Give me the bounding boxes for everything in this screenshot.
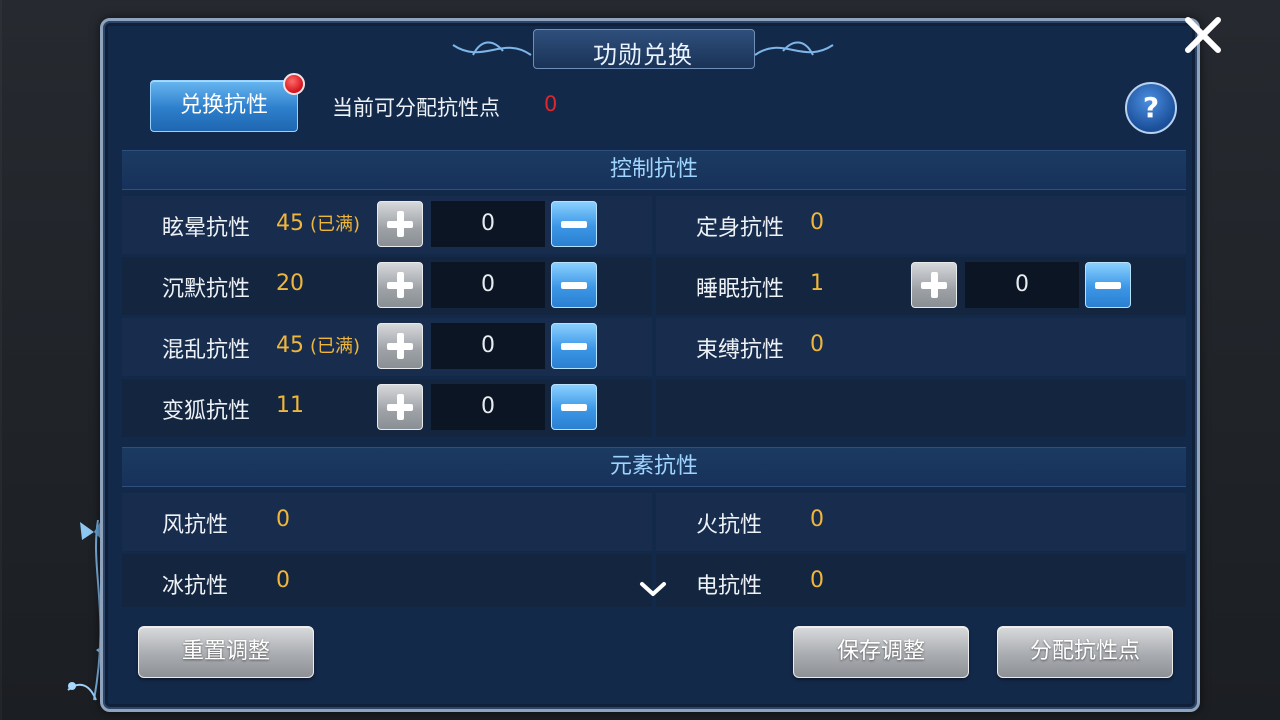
minus-icon[interactable] <box>551 323 597 369</box>
resistance-row-ice: 冰抗性 0 <box>122 554 652 607</box>
allocation-stepper[interactable]: 0 <box>431 201 545 247</box>
allocation-stepper[interactable]: 0 <box>431 384 545 430</box>
resistance-label: 沉默抗性 <box>162 277 251 302</box>
resistance-label: 眩晕抗性 <box>162 216 251 241</box>
resistance-value: 0 <box>810 332 824 357</box>
resistance-label: 冰抗性 <box>162 574 229 599</box>
close-icon[interactable] <box>1180 12 1226 58</box>
resistance-row-lightning: 电抗性 0 <box>656 554 1186 607</box>
allocation-stepper[interactable]: 0 <box>965 262 1079 308</box>
save-adjust-button[interactable]: 保存调整 <box>793 626 969 678</box>
allocate-points-button[interactable]: 分配抗性点 <box>997 626 1173 678</box>
maxed-tag: (已满) <box>310 336 361 357</box>
plus-icon[interactable] <box>377 323 423 369</box>
exchange-resistance-tab[interactable]: 兑换抗性 <box>150 80 298 132</box>
resistance-value: 0 <box>810 210 824 235</box>
maxed-tag: (已满) <box>310 214 361 235</box>
title-bar: 功勋兑换 <box>423 19 863 71</box>
section-header-element: 元素抗性 <box>122 447 1186 487</box>
control-resistance-grid: 眩晕抗性 45 (已满) 0 定身抗性 0 沉默抗性 20 0 睡眠抗性 1 0 … <box>122 196 1186 440</box>
plus-icon[interactable] <box>377 201 423 247</box>
plus-icon[interactable] <box>377 384 423 430</box>
minus-icon[interactable] <box>1085 262 1131 308</box>
reset-adjust-button[interactable]: 重置调整 <box>138 626 314 678</box>
resistance-row-wind: 风抗性 0 <box>122 493 652 551</box>
resistance-row-fox: 变狐抗性 11 0 <box>122 379 652 437</box>
resistance-value: 11 <box>276 393 304 418</box>
resistance-label: 火抗性 <box>696 513 763 538</box>
available-points-label: 当前可分配抗性点 <box>332 96 500 120</box>
resistance-label: 风抗性 <box>162 513 229 538</box>
resistance-row-bind: 束缚抗性 0 <box>656 318 1186 376</box>
title-flourish-right-icon <box>754 41 834 56</box>
resistance-label: 电抗性 <box>696 574 763 599</box>
resistance-value: 0 <box>810 507 824 532</box>
top-row: 兑换抗性 当前可分配抗性点 0 ? <box>150 73 1180 134</box>
resistance-label: 变狐抗性 <box>162 399 251 424</box>
plus-icon[interactable] <box>377 262 423 308</box>
resistance-row-confuse: 混乱抗性 45 (已满) 0 <box>122 318 652 376</box>
resistance-label: 束缚抗性 <box>696 338 785 363</box>
resistance-row-fire: 火抗性 0 <box>656 493 1186 551</box>
minus-icon[interactable] <box>551 201 597 247</box>
resistance-row-silence: 沉默抗性 20 0 <box>122 257 652 315</box>
help-icon[interactable]: ? <box>1125 82 1177 134</box>
resistance-value: 0 <box>810 568 824 593</box>
resistance-value: 1 <box>810 271 824 296</box>
minus-icon[interactable] <box>551 262 597 308</box>
section-header-control: 控制抗性 <box>122 150 1186 190</box>
resistance-label: 定身抗性 <box>696 216 785 241</box>
minus-icon[interactable] <box>551 384 597 430</box>
plus-icon[interactable] <box>911 262 957 308</box>
resistance-value: 20 <box>276 271 304 296</box>
resistance-row-empty <box>656 379 1186 437</box>
resistance-value: 45 (已满) <box>276 211 361 236</box>
allocation-stepper[interactable]: 0 <box>431 323 545 369</box>
resistance-row-stun: 眩晕抗性 45 (已满) 0 <box>122 196 652 254</box>
resistance-row-root: 定身抗性 0 <box>656 196 1186 254</box>
resistance-row-sleep: 睡眠抗性 1 0 <box>656 257 1186 315</box>
allocation-stepper[interactable]: 0 <box>431 262 545 308</box>
available-points-value: 0 <box>544 92 558 116</box>
resistance-value: 0 <box>276 507 290 532</box>
resistance-label: 睡眠抗性 <box>696 277 785 302</box>
resistance-label: 混乱抗性 <box>162 338 251 363</box>
chevron-down-icon[interactable] <box>638 578 668 600</box>
resistance-value: 0 <box>276 568 290 593</box>
resistance-value: 45 (已满) <box>276 333 361 358</box>
notification-dot-icon <box>283 73 305 95</box>
